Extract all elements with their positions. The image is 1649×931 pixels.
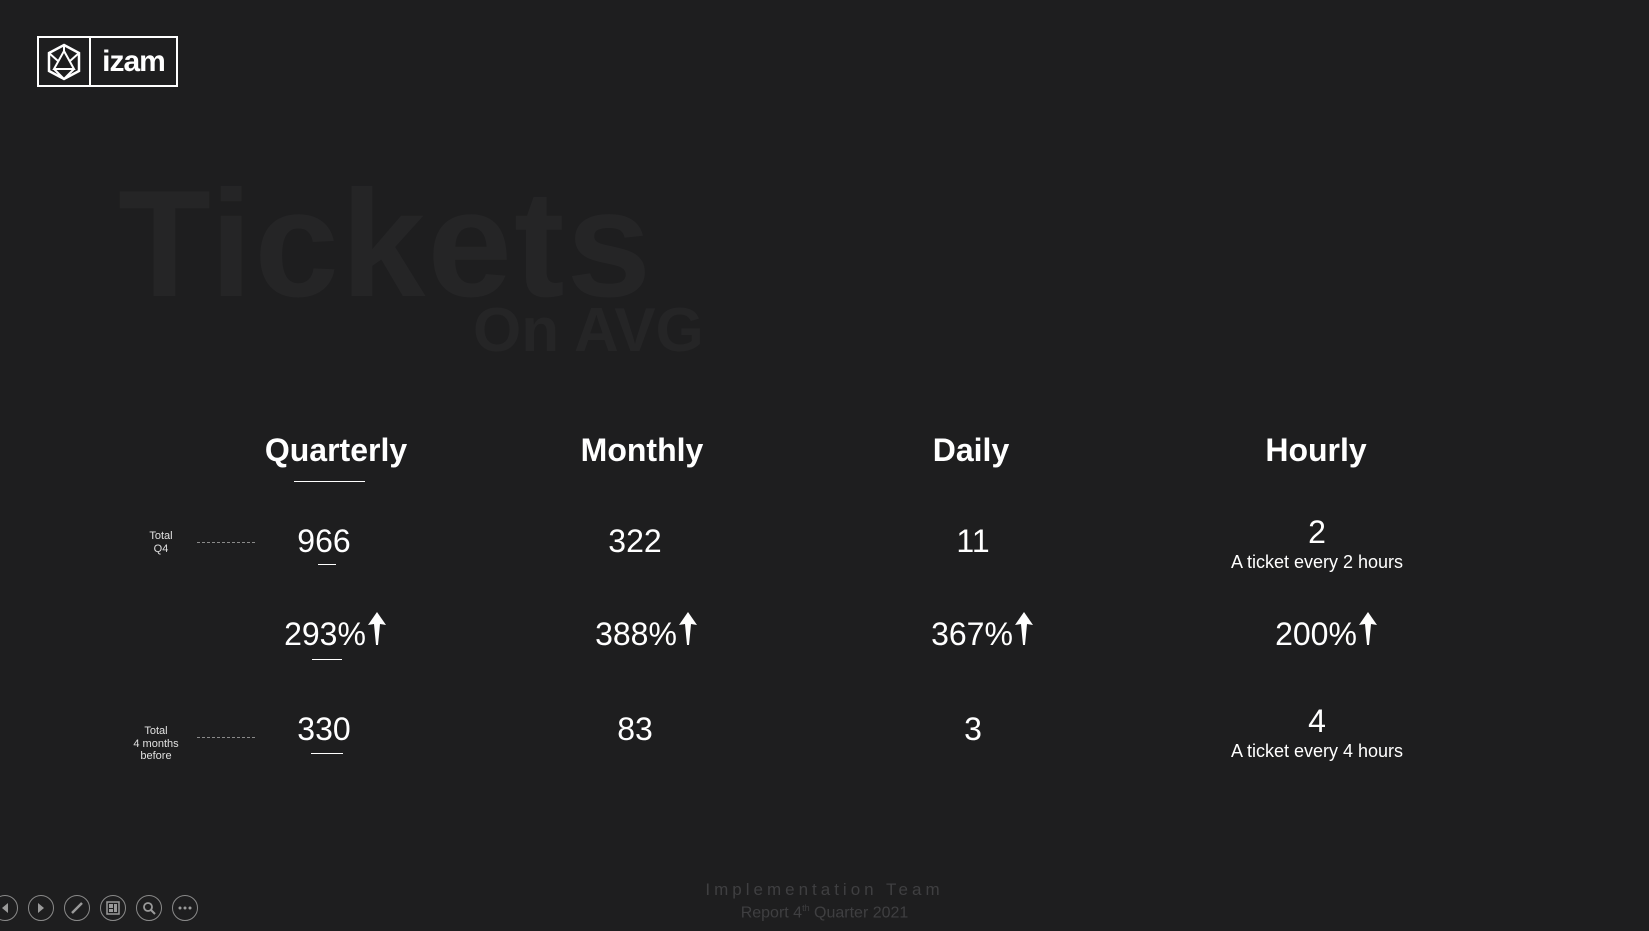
daily-growth: 367%: [882, 612, 1082, 650]
previous-slide-icon: [2, 903, 8, 913]
column-header-monthly: Monthly: [580, 432, 704, 468]
up-arrow-icon: [1358, 612, 1377, 645]
up-arrow-icon: [678, 612, 697, 645]
column-header-hourly: Hourly: [1265, 432, 1367, 468]
slide-subtitle: On AVG: [473, 296, 704, 365]
logo-text: izam: [102, 44, 166, 78]
row-label-total-q4: Total Q4: [149, 530, 173, 555]
monthly-growth: 388%: [546, 612, 746, 650]
value-underline: [312, 659, 342, 660]
column-header-daily: Daily: [932, 432, 1010, 468]
footer-team: Implementation Team: [705, 880, 944, 899]
hourly-previous-note: A ticket every 4 hours: [1230, 741, 1404, 761]
column-header-quarterly: Quarterly: [264, 432, 408, 468]
slides-grid-button[interactable]: [100, 895, 126, 921]
monthly-current-value: 322: [608, 523, 662, 559]
monthly-previous-value: 83: [617, 711, 653, 747]
hourly-growth: 200%: [1226, 612, 1426, 650]
footer-report: Report 4th Quarter 2021: [740, 903, 909, 922]
up-arrow-icon: [1014, 612, 1033, 645]
hourly-current-value: 2: [1308, 514, 1326, 550]
quarterly-current-value: 966: [297, 523, 351, 559]
daily-current-value: 11: [956, 523, 990, 559]
hourly-previous-value: 4: [1308, 703, 1326, 739]
value-underline: [311, 753, 343, 754]
more-options-button[interactable]: [172, 895, 198, 921]
slide: izam Tickets On AVG Quarterly Monthly Da…: [0, 0, 1649, 931]
logo-mark-icon: [39, 38, 91, 85]
more-options-icon: [178, 906, 192, 910]
izam-logo: izam: [37, 36, 178, 87]
slides-grid-icon: [106, 901, 120, 915]
quarterly-growth: 293%: [235, 612, 435, 650]
next-slide-icon: [38, 903, 44, 913]
zoom-button[interactable]: [136, 895, 162, 921]
hourly-current-note: A ticket every 2 hours: [1230, 552, 1404, 572]
header-underline: [294, 481, 365, 482]
quarterly-previous-value: 330: [297, 711, 351, 747]
up-arrow-icon: [367, 612, 386, 645]
zoom-icon: [143, 902, 156, 915]
daily-previous-value: 3: [964, 711, 982, 747]
previous-slide-button[interactable]: [0, 895, 18, 921]
next-slide-button[interactable]: [28, 895, 54, 921]
pen-icon: [71, 902, 83, 914]
pen-button[interactable]: [64, 895, 90, 921]
value-underline: [318, 564, 336, 565]
presentation-controls: [0, 895, 198, 921]
row-label-total-before: Total 4 months before: [133, 725, 179, 762]
